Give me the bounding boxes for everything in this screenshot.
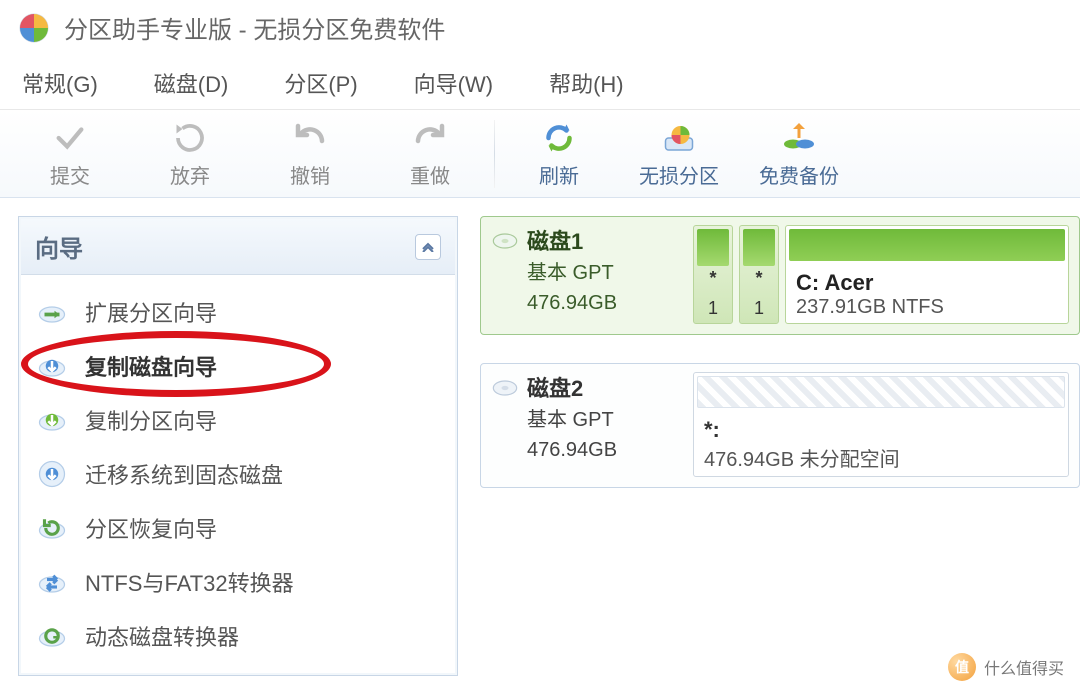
watermark-icon: 值 xyxy=(948,653,976,681)
partition-size: 1 xyxy=(754,298,764,319)
window-title: 分区助手专业版 - 无损分区免费软件 xyxy=(64,10,445,45)
disk-size: 476.94GB xyxy=(527,435,617,465)
convert-fs-icon xyxy=(35,565,69,599)
backup-button[interactable]: 免费备份 xyxy=(739,118,859,189)
disk-type: 基本 GPT xyxy=(527,258,617,288)
menu-help[interactable]: 帮助(H) xyxy=(549,67,624,99)
redo-icon xyxy=(410,118,450,158)
copy-partition-icon xyxy=(35,403,69,437)
toolbar-label: 放弃 xyxy=(170,160,210,189)
disk-card-2[interactable]: 磁盘2 基本 GPT 476.94GB *: 476.94GB 未分配空间 xyxy=(480,363,1080,488)
wizard-label: 动态磁盘转换器 xyxy=(85,620,239,652)
recover-icon xyxy=(35,511,69,545)
wizard-list: 扩展分区向导 复制磁盘向导 复制分区向导 迁移系统到固态磁盘 分区恢复向导 xyxy=(21,275,455,673)
wizard-label: 复制磁盘向导 xyxy=(85,350,217,382)
undo-icon xyxy=(290,118,330,158)
toolbar-label: 无损分区 xyxy=(639,160,719,189)
wizard-label: NTFS与FAT32转换器 xyxy=(85,566,294,598)
wizard-label: 迁移系统到固态磁盘 xyxy=(85,458,283,490)
wizard-extend-partition[interactable]: 扩展分区向导 xyxy=(27,285,449,339)
wizard-migrate-ssd[interactable]: 迁移系统到固态磁盘 xyxy=(27,447,449,501)
disk-panel: 磁盘1 基本 GPT 476.94GB * 1 * 1 C: Acer 237.… xyxy=(480,216,1080,676)
usage-bar xyxy=(789,229,1065,261)
disk-meta: 磁盘2 基本 GPT 476.94GB xyxy=(491,372,681,477)
wizard-label: 扩展分区向导 xyxy=(85,296,217,328)
disk-title: 磁盘2 xyxy=(527,372,617,405)
wizard-copy-partition[interactable]: 复制分区向导 xyxy=(27,393,449,447)
toolbar: 提交 放弃 撤销 重做 刷新 无损分区 免费备份 xyxy=(0,109,1080,198)
backup-icon xyxy=(779,118,819,158)
title-bar: 分区助手专业版 - 无损分区免费软件 xyxy=(0,0,1080,49)
menu-wizard[interactable]: 向导(W) xyxy=(414,67,493,99)
check-icon xyxy=(50,118,90,158)
toolbar-separator xyxy=(494,120,495,188)
copy-disk-icon xyxy=(35,349,69,383)
watermark-text: 什么值得买 xyxy=(984,655,1064,679)
wizard-label: 分区恢复向导 xyxy=(85,512,217,544)
toolbar-label: 重做 xyxy=(410,160,450,189)
partition-size: 476.94GB 未分配空间 xyxy=(704,443,1058,472)
wizard-recover-partition[interactable]: 分区恢复向导 xyxy=(27,501,449,555)
partition-small-1[interactable]: * 1 xyxy=(693,225,733,324)
dynamic-disk-icon xyxy=(35,619,69,653)
collapse-icon[interactable] xyxy=(415,234,441,260)
disk-card-1[interactable]: 磁盘1 基本 GPT 476.94GB * 1 * 1 C: Acer 237.… xyxy=(480,216,1080,335)
wizard-sidebar: 向导 扩展分区向导 复制磁盘向导 复制分区向导 迁移系统到固态磁盘 xyxy=(18,216,458,676)
menu-disk[interactable]: 磁盘(D) xyxy=(154,67,229,99)
menu-partition[interactable]: 分区(P) xyxy=(284,67,357,99)
menu-bar: 常规(G) 磁盘(D) 分区(P) 向导(W) 帮助(H) xyxy=(0,49,1080,109)
partition-unallocated[interactable]: *: 476.94GB 未分配空间 xyxy=(693,372,1069,477)
toolbar-label: 刷新 xyxy=(539,160,579,189)
partition-row: * 1 * 1 C: Acer 237.91GB NTFS xyxy=(693,225,1069,324)
partition-c-acer[interactable]: C: Acer 237.91GB NTFS xyxy=(785,225,1069,324)
partition-label: *: xyxy=(704,417,1058,443)
discard-icon xyxy=(170,118,210,158)
redo-button[interactable]: 重做 xyxy=(370,118,490,189)
discard-button[interactable]: 放弃 xyxy=(130,118,250,189)
disk-icon xyxy=(491,374,519,402)
menu-general[interactable]: 常规(G) xyxy=(22,67,98,99)
partition-small-2[interactable]: * 1 xyxy=(739,225,779,324)
partition-label: C: Acer xyxy=(796,270,1058,296)
partition-icon xyxy=(659,118,699,158)
partition-row: *: 476.94GB 未分配空间 xyxy=(693,372,1069,477)
extend-icon xyxy=(35,295,69,329)
disk-icon xyxy=(491,227,519,255)
toolbar-label: 提交 xyxy=(50,160,90,189)
toolbar-label: 免费备份 xyxy=(759,160,839,189)
toolbar-label: 撤销 xyxy=(290,160,330,189)
refresh-button[interactable]: 刷新 xyxy=(499,118,619,189)
disk-title: 磁盘1 xyxy=(527,225,617,258)
disk-size: 476.94GB xyxy=(527,288,617,318)
wizard-ntfs-fat32[interactable]: NTFS与FAT32转换器 xyxy=(27,555,449,609)
partition-size: 1 xyxy=(708,298,718,319)
disk-type: 基本 GPT xyxy=(527,405,617,435)
wizard-copy-disk[interactable]: 复制磁盘向导 xyxy=(27,339,449,393)
partition-label: * xyxy=(755,268,762,289)
migrate-icon xyxy=(35,457,69,491)
wizard-label: 复制分区向导 xyxy=(85,404,217,436)
submit-button[interactable]: 提交 xyxy=(10,118,130,189)
partition-label: * xyxy=(709,268,716,289)
disk-meta: 磁盘1 基本 GPT 476.94GB xyxy=(491,225,681,324)
undo-button[interactable]: 撤销 xyxy=(250,118,370,189)
wizard-panel-header[interactable]: 向导 xyxy=(21,219,455,275)
lossless-partition-button[interactable]: 无损分区 xyxy=(619,118,739,189)
watermark: 值 什么值得买 xyxy=(948,653,1064,681)
wizard-panel-title: 向导 xyxy=(35,229,83,264)
wizard-dynamic-disk[interactable]: 动态磁盘转换器 xyxy=(27,609,449,663)
app-icon xyxy=(18,12,50,44)
partition-size: 237.91GB NTFS xyxy=(796,296,1058,319)
refresh-icon xyxy=(539,118,579,158)
